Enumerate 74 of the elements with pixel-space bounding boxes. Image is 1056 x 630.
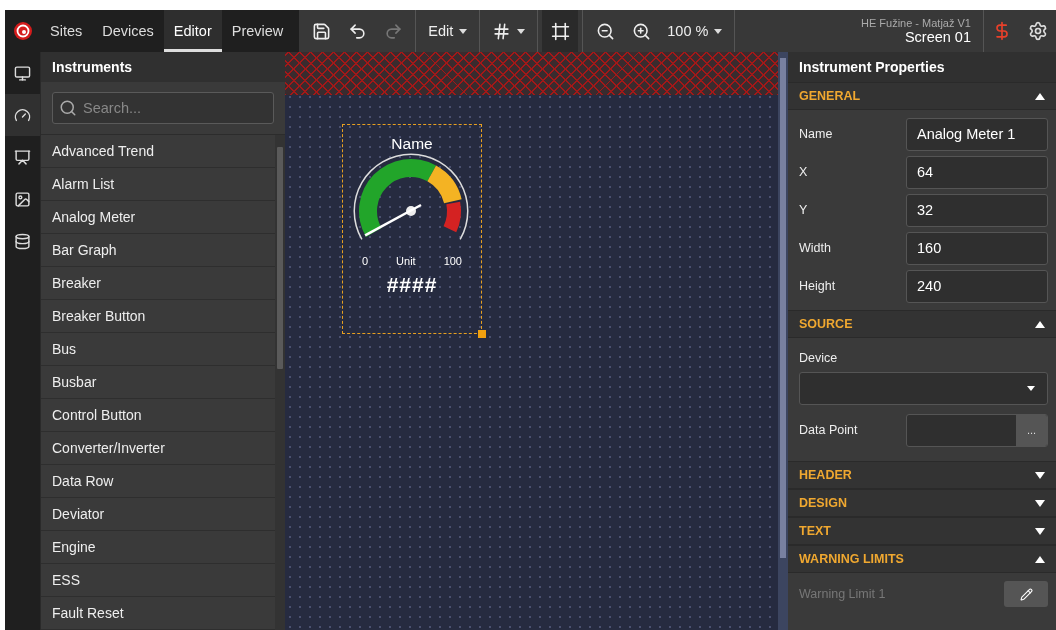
expand-icon xyxy=(1035,471,1045,479)
input-field[interactable]: Analog Meter 1 xyxy=(906,117,1048,151)
snap-toggle[interactable] xyxy=(542,10,579,52)
panel-title: Instrument Properties xyxy=(788,52,1056,82)
unit-label: Unit xyxy=(396,255,416,267)
caret-icon xyxy=(517,28,526,34)
meter-title: Name xyxy=(391,135,433,153)
undo-icon xyxy=(347,21,367,41)
monitor-icon xyxy=(14,64,31,82)
gauge-icon xyxy=(14,106,31,124)
section-title: WARNING LIMITS xyxy=(799,552,904,566)
expand-icon xyxy=(1035,499,1045,507)
section-header[interactable]: DESIGN xyxy=(788,489,1056,517)
frame-icon xyxy=(550,21,570,41)
section-header[interactable]: SOURCE xyxy=(788,310,1056,338)
section-header[interactable]: TEXT xyxy=(788,517,1056,545)
input-field[interactable]: 64 xyxy=(906,155,1048,189)
resize-handle[interactable] xyxy=(478,330,486,338)
field-label: Data Point xyxy=(799,423,859,437)
search-icon xyxy=(59,99,77,117)
input-field[interactable]: 240 xyxy=(906,269,1048,303)
browse-button[interactable]: ... xyxy=(1016,414,1047,446)
dropdown-menu[interactable]: Edit xyxy=(420,10,476,52)
pencil-icon xyxy=(1019,587,1033,601)
field-label: X xyxy=(799,165,809,179)
database-icon xyxy=(14,232,31,250)
search-field[interactable]: Search... xyxy=(52,92,274,124)
section-title: DESIGN xyxy=(799,496,847,510)
redo-icon xyxy=(383,21,403,41)
scale-min: 0 xyxy=(362,255,369,267)
nav-tab[interactable]: Preview xyxy=(221,10,294,52)
nav-tab[interactable]: Sites xyxy=(40,10,93,52)
screen-name: Screen 01 xyxy=(904,29,971,45)
collapse-icon xyxy=(1035,555,1045,563)
settings-icon[interactable] xyxy=(1028,21,1048,41)
logo-icon xyxy=(12,21,33,41)
field-label: Device xyxy=(799,350,839,367)
caret-icon xyxy=(714,28,723,34)
section-title: SOURCE xyxy=(799,317,853,331)
scale-max: 100 xyxy=(443,255,462,267)
scrollbar-thumb[interactable] xyxy=(780,58,786,558)
scrollbar-thumb[interactable] xyxy=(277,147,283,369)
limit-label: Warning Limit 1 xyxy=(799,587,887,601)
caret-icon xyxy=(459,28,468,34)
field-label: Y xyxy=(799,203,809,217)
input-field[interactable]: 32 xyxy=(906,193,1048,227)
collapse-icon xyxy=(1035,92,1045,100)
nav-tab[interactable]: Editor xyxy=(163,10,222,52)
section-title: HEADER xyxy=(799,468,852,482)
section-header[interactable]: GENERAL xyxy=(788,82,1056,110)
nav-tab[interactable]: Devices xyxy=(92,10,164,52)
zoom-in-icon xyxy=(631,21,651,41)
zoom-out-icon xyxy=(595,21,615,41)
section-header[interactable]: WARNING LIMITS xyxy=(788,545,1056,573)
section-title: GENERAL xyxy=(799,89,861,103)
field-label: Name xyxy=(799,127,834,141)
display-icon xyxy=(14,148,31,166)
project-name: HE Fužine - Matjaž V1 xyxy=(860,17,971,29)
input-field[interactable]: 160 xyxy=(906,231,1048,265)
section-header[interactable]: HEADER xyxy=(788,461,1056,489)
dropdown-menu[interactable]: 100 % xyxy=(659,10,731,52)
section-title: TEXT xyxy=(799,524,831,538)
panel-title: Instruments xyxy=(41,52,285,82)
field-label: Width xyxy=(799,241,832,255)
collapse-icon xyxy=(1035,320,1045,328)
editor-canvas[interactable]: Name 0 Unit 100 #### xyxy=(285,52,778,630)
field-label: Height xyxy=(799,279,837,293)
caret-icon xyxy=(1027,386,1035,391)
save-icon xyxy=(311,21,331,41)
meter-value: #### xyxy=(386,273,438,297)
image-icon xyxy=(14,190,31,208)
expand-icon xyxy=(1035,527,1045,535)
data-point-field[interactable]: ... xyxy=(906,413,1048,447)
edit-button[interactable] xyxy=(1004,581,1048,607)
